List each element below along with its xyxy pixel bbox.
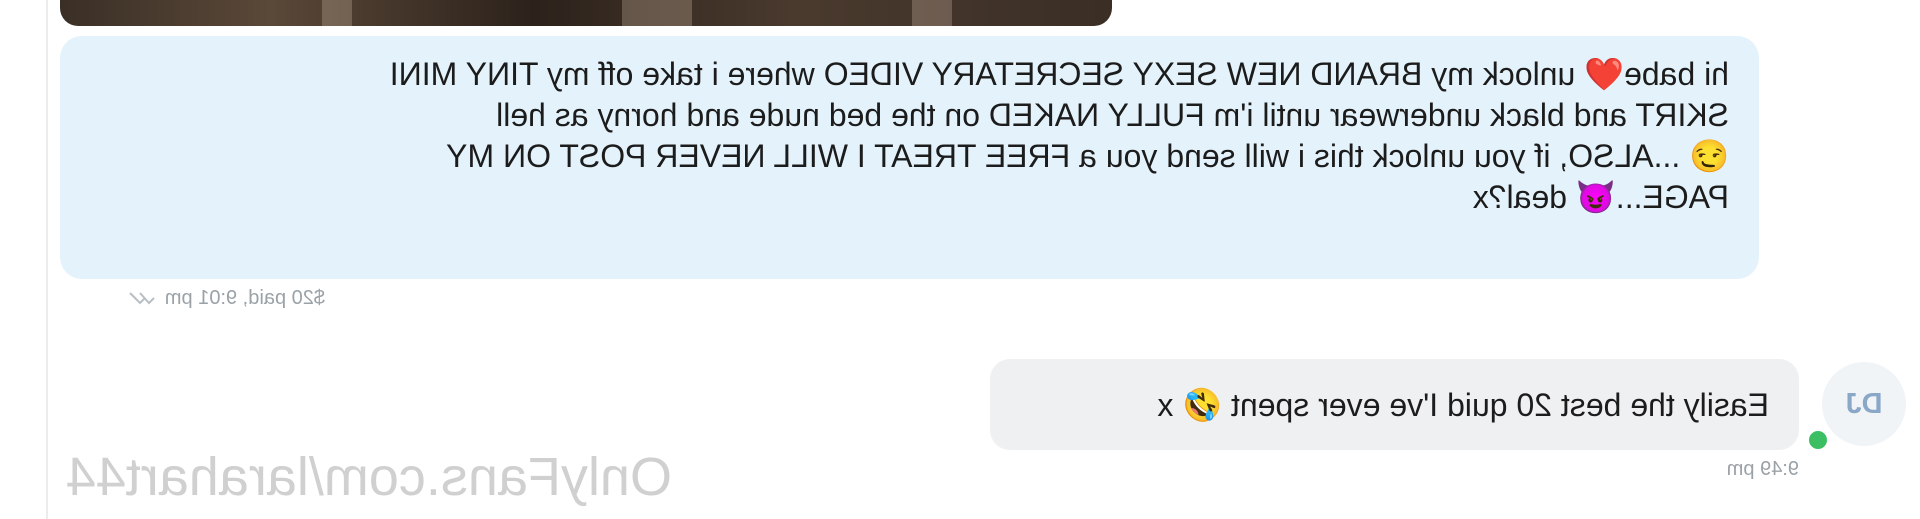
- avatar-initials: DJ: [1845, 387, 1883, 420]
- chat-view: hi babe❤️ unlock my BRAND NEW SEXY SECRE…: [0, 0, 1920, 519]
- avatar[interactable]: DJ: [1822, 362, 1906, 446]
- status-dot-icon: [1806, 428, 1830, 452]
- outgoing-message-bubble[interactable]: Easily the best 20 quid I've ever spent …: [990, 359, 1799, 450]
- incoming-message-bubble[interactable]: hi babe❤️ unlock my BRAND NEW SEXY SECRE…: [60, 36, 1759, 279]
- outgoing-message-text: Easily the best 20 quid I've ever spent …: [1157, 386, 1769, 423]
- incoming-message-meta: $20 paid, 9:01 pm: [125, 285, 325, 311]
- media-preview-image[interactable]: [60, 0, 1112, 26]
- watermark-text: OnlyFans.com/larahart44: [65, 447, 672, 507]
- chat-column-divider: [46, 0, 48, 519]
- outgoing-message-time: 9:49 pm: [1726, 458, 1799, 480]
- incoming-message-status: $20 paid, 9:01 pm: [164, 286, 325, 309]
- message-line: 😏 ...ALSO, if you unlock this i will sen…: [446, 138, 1729, 174]
- message-line: hi babe❤️ unlock my BRAND NEW SEXY SECRE…: [389, 56, 1729, 92]
- message-line: PAGE...😈 deal?x: [1472, 179, 1729, 215]
- message-line: SKIRT and black underwear until i'm FULL…: [496, 97, 1729, 133]
- double-check-icon: [129, 292, 155, 305]
